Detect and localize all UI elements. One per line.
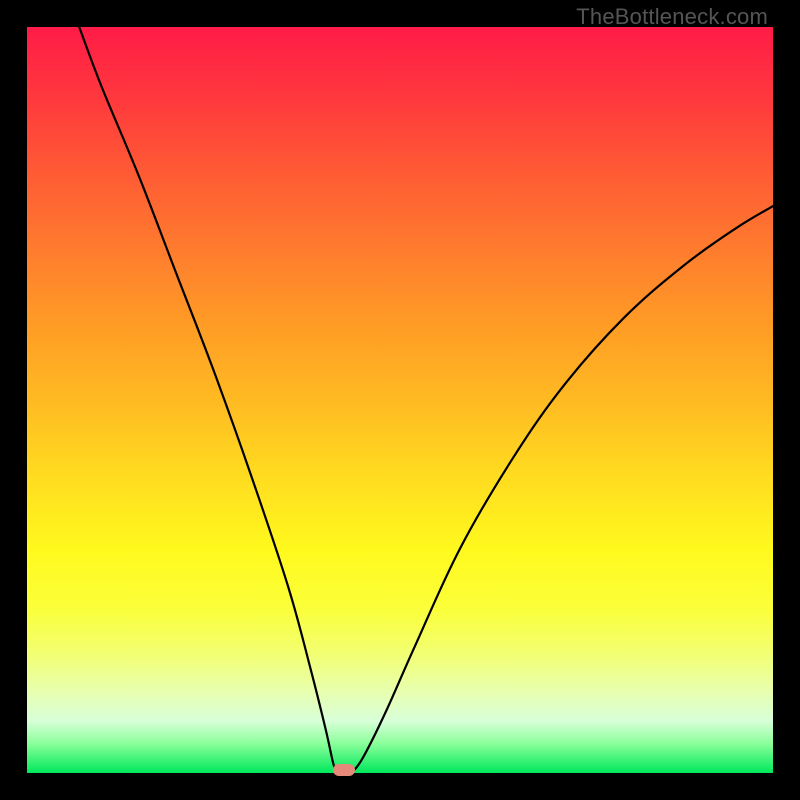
- bottleneck-curve: [27, 27, 773, 773]
- plot-area: [27, 27, 773, 773]
- watermark-text: TheBottleneck.com: [576, 4, 768, 30]
- right-curve-path: [352, 206, 773, 773]
- chart-frame: TheBottleneck.com: [0, 0, 800, 800]
- minimum-marker: [333, 764, 355, 776]
- left-curve-path: [79, 27, 336, 773]
